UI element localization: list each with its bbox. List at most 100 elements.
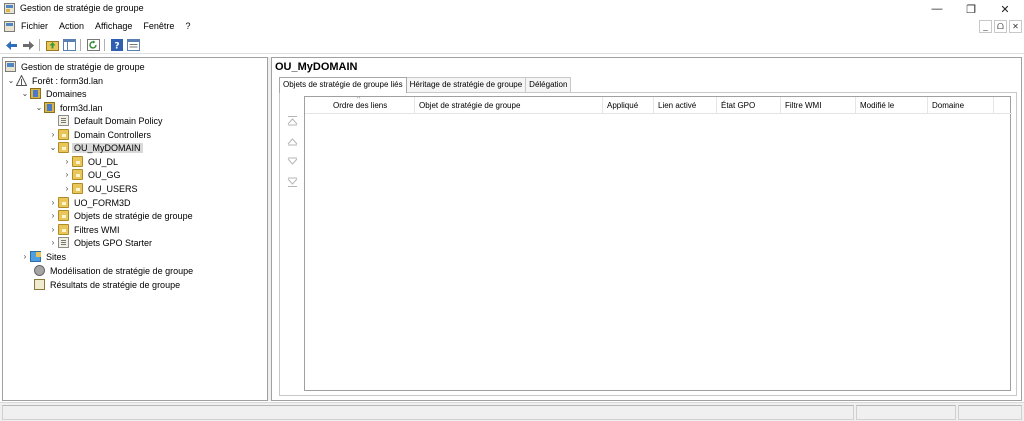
column-label: Modifié le	[860, 101, 895, 110]
forward-icon[interactable]	[21, 38, 35, 52]
chevron-down-icon[interactable]: ⌄	[34, 103, 44, 112]
refresh-icon[interactable]	[86, 38, 100, 52]
ou-folder-icon	[58, 197, 69, 208]
tree-item-forest[interactable]: ⌄ Forêt : form3d.lan	[6, 74, 105, 87]
svg-text:?: ?	[114, 42, 119, 52]
tree-label: Objets de stratégie de groupe	[74, 210, 193, 221]
chevron-down-icon[interactable]: ⌄	[20, 89, 30, 98]
ou-folder-icon	[58, 142, 69, 153]
detail-tabs: Objets de stratégie de groupe liés Hérit…	[279, 77, 572, 93]
chevron-right-icon[interactable]: ›	[62, 170, 72, 179]
tree-item-root[interactable]: Gestion de stratégie de groupe	[5, 60, 147, 73]
chevron-right-icon[interactable]: ›	[48, 211, 58, 220]
tree-label: Résultats de stratégie de groupe	[50, 279, 181, 290]
chevron-down-icon[interactable]: ⌄	[6, 76, 16, 85]
move-to-bottom-icon[interactable]	[285, 175, 299, 189]
column-label: Objet de stratégie de groupe	[419, 101, 521, 110]
minimize-button[interactable]: —	[920, 0, 954, 18]
tree-item-results[interactable]: Résultats de stratégie de groupe	[34, 278, 182, 291]
column-header-wmi-filter[interactable]: Filtre WMI	[781, 97, 856, 114]
tree-label: Filtres WMI	[74, 224, 120, 235]
column-header-gpo[interactable]: Objet de stratégie de groupe	[415, 97, 603, 114]
gpmc-console-icon	[5, 61, 16, 72]
menu-bar: Fichier Action Affichage Fenêtre ?	[0, 18, 1024, 35]
tree-item-domains[interactable]: ⌄ Domaines	[20, 87, 89, 100]
column-header-enforced[interactable]: Appliqué	[603, 97, 654, 114]
mdi-restore-button[interactable]: ᗝ	[994, 20, 1007, 33]
tree-item-sites[interactable]: › Sites	[20, 250, 68, 263]
properties-icon[interactable]	[126, 38, 140, 52]
gpo-link-icon	[58, 115, 69, 126]
help-icon[interactable]: ?	[110, 38, 124, 52]
move-to-top-icon[interactable]	[285, 113, 299, 127]
column-label: Domaine	[932, 101, 965, 110]
mdi-minimize-button[interactable]: _	[979, 20, 992, 33]
maximize-button[interactable]: ❐	[954, 0, 988, 18]
chevron-right-icon[interactable]: ›	[48, 198, 58, 207]
status-pane-main	[2, 405, 854, 420]
sites-icon	[30, 251, 41, 262]
tree-item-default-domain-policy[interactable]: Default Domain Policy	[58, 114, 165, 127]
column-header-link-order[interactable]: ^ Ordre des liens	[305, 97, 415, 114]
chevron-right-icon[interactable]: ›	[62, 157, 72, 166]
column-header-gpo-status[interactable]: État GPO	[717, 97, 781, 114]
gpmc-app-icon	[4, 3, 15, 14]
tree-item-ou-gg[interactable]: › OU_GG	[62, 168, 123, 181]
tree-label: Objets GPO Starter	[74, 237, 153, 248]
chevron-down-icon[interactable]: ⌄	[48, 143, 58, 152]
move-up-icon[interactable]	[285, 134, 299, 148]
chevron-right-icon[interactable]: ›	[48, 238, 58, 247]
linked-gpo-list[interactable]: ^ Ordre des liens Objet de stratégie de …	[304, 96, 1012, 391]
page-title: OU_MyDOMAIN	[275, 61, 358, 73]
ou-folder-icon	[72, 169, 83, 180]
toolbar-separator	[39, 39, 40, 51]
column-label: Lien activé	[658, 101, 697, 110]
close-button[interactable]: ✕	[988, 0, 1022, 18]
chevron-right-icon[interactable]: ›	[20, 252, 30, 261]
column-header-modified[interactable]: Modifié le	[856, 97, 928, 114]
tree-item-modeling[interactable]: Modélisation de stratégie de groupe	[34, 264, 195, 277]
sort-ascending-icon: ^	[357, 97, 361, 103]
menu-fichier[interactable]: Fichier	[21, 21, 48, 31]
console-menu-icon[interactable]	[4, 21, 15, 32]
column-label: Appliqué	[607, 101, 639, 110]
tree-item-ou-mydomain[interactable]: ⌄ OU_MyDOMAIN	[48, 141, 143, 154]
column-header-link-enabled[interactable]: Lien activé	[654, 97, 717, 114]
window-title: Gestion de stratégie de groupe	[20, 3, 144, 13]
forest-icon	[15, 74, 28, 86]
chevron-right-icon[interactable]: ›	[48, 130, 58, 139]
column-label: État GPO	[721, 101, 756, 110]
column-header-domain[interactable]: Domaine	[928, 97, 994, 114]
results-icon	[34, 279, 45, 290]
toolbar: ?	[0, 36, 1024, 54]
mdi-close-button[interactable]: ✕	[1009, 20, 1022, 33]
up-folder-icon[interactable]	[45, 38, 59, 52]
menu-fenetre[interactable]: Fenêtre	[143, 21, 174, 31]
status-bar	[0, 402, 1024, 421]
tree-item-gpo-objects[interactable]: › Objets de stratégie de groupe	[48, 209, 195, 222]
tree-item-domain[interactable]: ⌄ form3d.lan	[34, 101, 105, 114]
ou-folder-icon	[72, 156, 83, 167]
tree-item-starter-gpos[interactable]: › Objets GPO Starter	[48, 236, 154, 249]
tree-item-uo-form3d[interactable]: › UO_FORM3D	[48, 196, 133, 209]
back-icon[interactable]	[4, 38, 18, 52]
show-hide-tree-icon[interactable]	[62, 38, 76, 52]
modeling-icon	[34, 265, 45, 276]
tree-item-domain-controllers[interactable]: › Domain Controllers	[48, 128, 153, 141]
tree-item-wmi-filters[interactable]: › Filtres WMI	[48, 223, 122, 236]
menu-affichage[interactable]: Affichage	[95, 21, 132, 31]
chevron-right-icon[interactable]: ›	[62, 184, 72, 193]
tab-inheritance[interactable]: Héritage de stratégie de groupe	[405, 77, 527, 92]
menu-action[interactable]: Action	[59, 21, 84, 31]
menu-help[interactable]: ?	[185, 21, 190, 31]
column-label: Filtre WMI	[785, 101, 822, 110]
ou-folder-icon	[58, 129, 69, 140]
tree-item-ou-dl[interactable]: › OU_DL	[62, 155, 120, 168]
chevron-right-icon[interactable]: ›	[48, 225, 58, 234]
tree-item-ou-users[interactable]: › OU_USERS	[62, 182, 140, 195]
tab-delegation[interactable]: Délégation	[525, 77, 572, 92]
move-down-icon[interactable]	[285, 154, 299, 168]
tab-linked-gpos[interactable]: Objets de stratégie de groupe liés	[279, 77, 407, 93]
console-tree-pane[interactable]: Gestion de stratégie de groupe ⌄ Forêt :…	[2, 57, 268, 401]
starter-gpo-icon	[58, 237, 69, 248]
